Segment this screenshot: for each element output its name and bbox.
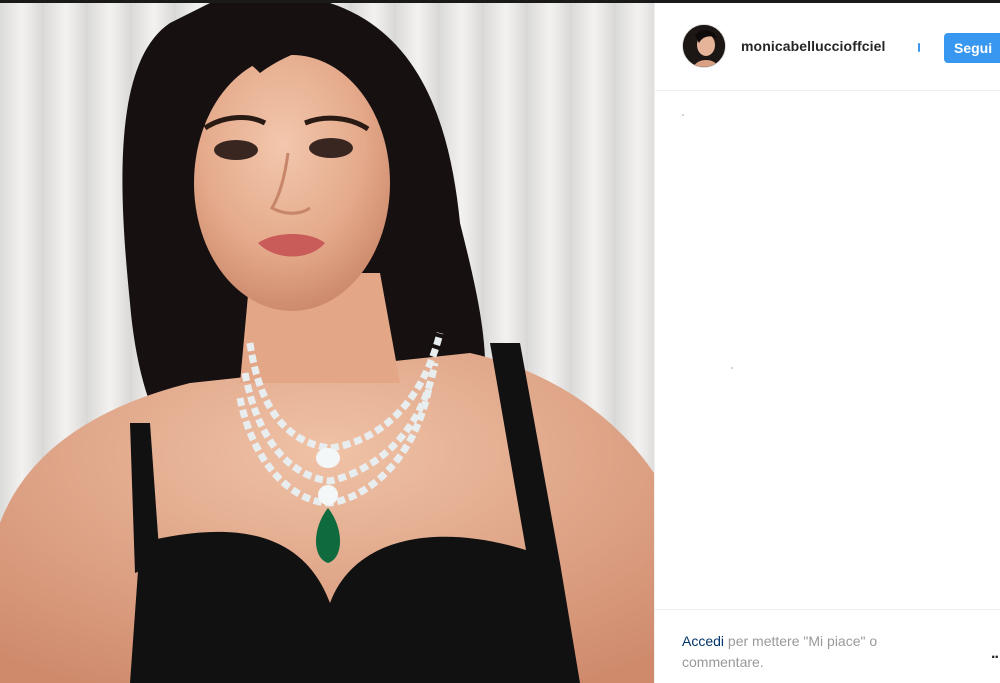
verified-badge-icon — [918, 43, 920, 52]
login-prompt: Accedi per mettere "Mi piace" o commenta… — [682, 631, 942, 673]
more-options-icon[interactable]: .. — [991, 645, 999, 663]
placeholder-dot — [731, 367, 733, 369]
profile-avatar[interactable] — [682, 24, 726, 68]
username-link[interactable]: monicabelluccioffciel — [741, 38, 885, 54]
placeholder-dot — [682, 114, 684, 116]
follow-button[interactable]: Segui — [944, 33, 1000, 63]
post-header: monicabelluccioffciel Segui — [655, 3, 1000, 91]
post-photo-illustration — [0, 3, 654, 683]
post-footer: Accedi per mettere "Mi piace" o commenta… — [655, 609, 1000, 683]
login-link[interactable]: Accedi — [682, 633, 724, 649]
post-image[interactable] — [0, 3, 654, 683]
comments-area — [655, 92, 1000, 609]
post-side-panel: monicabelluccioffciel Segui Accedi per m… — [654, 3, 1000, 683]
avatar-icon — [683, 25, 725, 67]
